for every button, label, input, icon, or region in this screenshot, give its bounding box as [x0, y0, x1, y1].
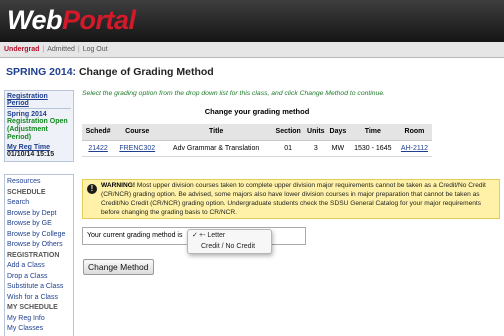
course-time: 1530 - 1645	[348, 140, 397, 157]
registration-status: Registration Open (Adjustment Period)	[7, 118, 68, 141]
sidebar-section-schedule: SCHEDULE	[7, 188, 46, 196]
sidebar-item-browse-dept[interactable]: Browse by Dept	[7, 209, 73, 220]
column-header: Section	[271, 124, 305, 141]
portal-header: WebPortal	[0, 0, 504, 42]
sidebar-item-browse-others[interactable]: Browse by Others	[7, 240, 73, 251]
course-days: MW	[327, 140, 349, 157]
sidebar-item-browse-college[interactable]: Browse by College	[7, 230, 73, 241]
sidebar-item-drop-class[interactable]: Drop a Class	[7, 272, 73, 283]
sidebar-item-wish-class[interactable]: Wish for a Class	[7, 293, 73, 304]
nav-undergrad[interactable]: Undergrad	[4, 46, 39, 53]
registration-period-header[interactable]: Registration Period	[7, 93, 71, 109]
registration-period-box: Registration Period Spring 2014 Registra…	[4, 90, 74, 162]
grading-option-letter[interactable]: ✓+- Letter	[188, 230, 271, 241]
sidebar: Registration Period Spring 2014 Registra…	[4, 90, 74, 336]
sidebar-menu: Resources SCHEDULE Search Browse by Dept…	[4, 174, 74, 336]
change-method-button[interactable]: Change Method	[83, 259, 154, 275]
column-header: Units	[304, 124, 328, 141]
sched-number-link[interactable]: 21422	[82, 140, 115, 157]
sidebar-section-registration: REGISTRATION	[7, 251, 60, 259]
reg-time-header[interactable]: My Reg Time	[7, 144, 71, 151]
warning-icon: !	[87, 184, 97, 194]
grading-method-label: Your current grading method is	[87, 232, 183, 239]
course-title: Adv Grammar & Translation	[160, 140, 272, 157]
course-link[interactable]: FRENC302	[114, 140, 161, 157]
column-header: Sched#	[82, 124, 115, 141]
registration-term: Spring 2014	[7, 111, 47, 118]
room-link[interactable]: AH-2112	[396, 140, 432, 157]
course-units: 3	[304, 140, 328, 157]
column-header: Time	[348, 124, 397, 141]
checkmark-icon: ✓	[192, 232, 198, 239]
reg-time-value: 01/10/14 15:15	[7, 151, 55, 158]
table-row: 21422 FRENC302 Adv Grammar & Translation…	[82, 140, 432, 157]
warning-text: Most upper division courses taken to com…	[101, 182, 486, 216]
section-subheading: Change your grading method	[204, 107, 310, 116]
schedule-table: Sched# Course Title Section Units Days T…	[82, 124, 432, 157]
webportal-logo[interactable]: WebPortal	[7, 4, 136, 36]
nav-admitted[interactable]: Admitted	[47, 46, 75, 53]
top-nav: Undergrad | Admitted | Log Out	[0, 42, 504, 58]
course-section: 01	[271, 140, 305, 157]
warning-label: WARNING!	[101, 182, 136, 189]
column-header: Title	[160, 124, 272, 141]
sidebar-section-my-schedule: MY SCHEDULE	[7, 304, 58, 311]
instructions-text: Select the grading option from the drop …	[82, 90, 386, 97]
column-header: Course	[114, 124, 161, 141]
grading-option-credit[interactable]: Credit / No Credit	[188, 241, 271, 252]
nav-logout[interactable]: Log Out	[83, 46, 108, 53]
sidebar-item-resources[interactable]: Resources	[7, 177, 73, 188]
grading-method-dropdown[interactable]: ✓+- Letter Credit / No Credit	[187, 229, 272, 254]
column-header: Room	[396, 124, 432, 141]
table-header-row: Sched# Course Title Section Units Days T…	[82, 124, 432, 141]
sidebar-item-search[interactable]: Search	[7, 198, 73, 209]
column-header: Days	[327, 124, 349, 141]
warning-box: ! WARNING! Most upper division courses t…	[82, 179, 500, 219]
sidebar-item-my-reg-info[interactable]: My Reg Info	[7, 314, 73, 325]
sidebar-item-my-classes[interactable]: My Classes	[7, 324, 73, 335]
sidebar-item-browse-ge[interactable]: Browse by GE	[7, 219, 73, 230]
sidebar-item-substitute-class[interactable]: Substitute a Class	[7, 282, 73, 293]
sidebar-item-add-class[interactable]: Add a Class	[7, 261, 73, 272]
page-title: SPRING 2014: Change of Grading Method	[6, 66, 214, 78]
